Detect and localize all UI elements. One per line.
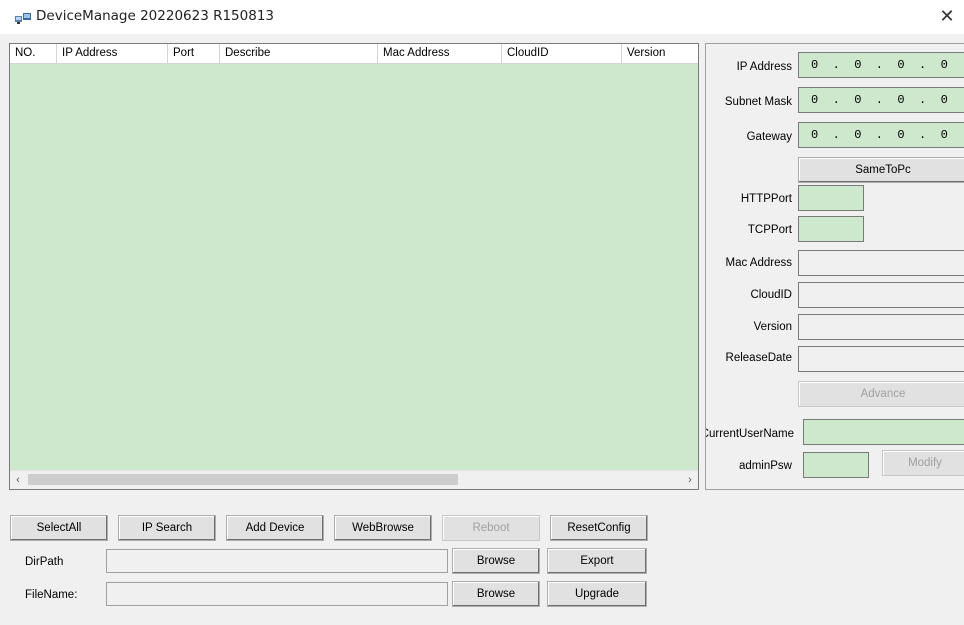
- network-devices-icon: [15, 13, 31, 24]
- horizontal-scrollbar[interactable]: ‹ ›: [10, 470, 698, 489]
- current-user-name-label: CurrentUserName: [706, 428, 794, 440]
- gateway-field[interactable]: 0 . 0 . 0 . 0: [798, 122, 964, 148]
- same-to-pc-button[interactable]: SameToPc: [798, 157, 964, 183]
- tcp-port-field[interactable]: [798, 216, 864, 242]
- dirpath-browse-button[interactable]: Browse: [452, 548, 540, 574]
- scrollbar-thumb[interactable]: [28, 474, 458, 485]
- admin-password-field[interactable]: [803, 452, 869, 478]
- export-button[interactable]: Export: [547, 548, 647, 574]
- column-header-no[interactable]: NO.: [10, 44, 57, 63]
- reboot-button[interactable]: Reboot: [442, 515, 540, 541]
- release-date-field[interactable]: [798, 346, 964, 372]
- device-list-header: NO. IP Address Port Describe Mac Address…: [10, 44, 698, 64]
- close-icon[interactable]: ✕: [936, 6, 958, 28]
- column-header-port[interactable]: Port: [168, 44, 220, 63]
- column-header-mac-address[interactable]: Mac Address: [378, 44, 502, 63]
- admin-password-label: adminPsw: [738, 460, 792, 472]
- scroll-left-icon[interactable]: ‹: [10, 471, 26, 489]
- version-label: Version: [753, 321, 792, 333]
- select-all-button[interactable]: SelectAll: [10, 515, 108, 541]
- dirpath-field[interactable]: [106, 549, 448, 573]
- upgrade-button[interactable]: Upgrade: [547, 581, 647, 607]
- filename-field[interactable]: [106, 582, 448, 606]
- column-header-describe[interactable]: Describe: [220, 44, 378, 63]
- add-device-button[interactable]: Add Device: [226, 515, 324, 541]
- release-date-label: ReleaseDate: [725, 352, 792, 364]
- version-field[interactable]: [798, 314, 964, 340]
- http-port-label: HTTPPort: [740, 193, 792, 205]
- mac-address-label: Mac Address: [725, 257, 792, 269]
- scroll-right-icon[interactable]: ›: [682, 471, 698, 489]
- filename-browse-button[interactable]: Browse: [452, 581, 540, 607]
- http-port-field[interactable]: [798, 185, 864, 211]
- mac-address-field[interactable]: [798, 250, 964, 276]
- modify-button[interactable]: Modify: [882, 450, 964, 476]
- device-config-panel: IP Address 0 . 0 . 0 . 0 Subnet Mask 0 .…: [705, 43, 964, 490]
- ip-search-button[interactable]: IP Search: [118, 515, 216, 541]
- ip-address-field[interactable]: 0 . 0 . 0 . 0: [798, 52, 964, 78]
- tcp-port-label: TCPPort: [747, 224, 792, 236]
- ip-address-label: IP Address: [736, 61, 792, 73]
- column-header-version[interactable]: Version: [622, 44, 702, 63]
- device-list[interactable]: NO. IP Address Port Describe Mac Address…: [9, 43, 699, 490]
- subnet-mask-field[interactable]: 0 . 0 . 0 . 0: [798, 87, 964, 113]
- advance-button[interactable]: Advance: [798, 381, 964, 407]
- column-header-cloudid[interactable]: CloudID: [502, 44, 622, 63]
- dirpath-label: DirPath: [25, 556, 64, 568]
- current-user-name-field[interactable]: [803, 419, 964, 445]
- title-bar: DeviceManage 20220623 R150813 ✕: [0, 0, 964, 34]
- subnet-mask-label: Subnet Mask: [724, 96, 792, 108]
- window-title: DeviceManage 20220623 R150813: [36, 8, 275, 24]
- cloudid-label: CloudID: [750, 289, 792, 301]
- cloudid-field[interactable]: [798, 282, 964, 308]
- reset-config-button[interactable]: ResetConfig: [550, 515, 648, 541]
- filename-label: FileName:: [25, 589, 78, 601]
- gateway-label: Gateway: [746, 131, 792, 143]
- web-browse-button[interactable]: WebBrowse: [334, 515, 432, 541]
- column-header-ip-address[interactable]: IP Address: [57, 44, 168, 63]
